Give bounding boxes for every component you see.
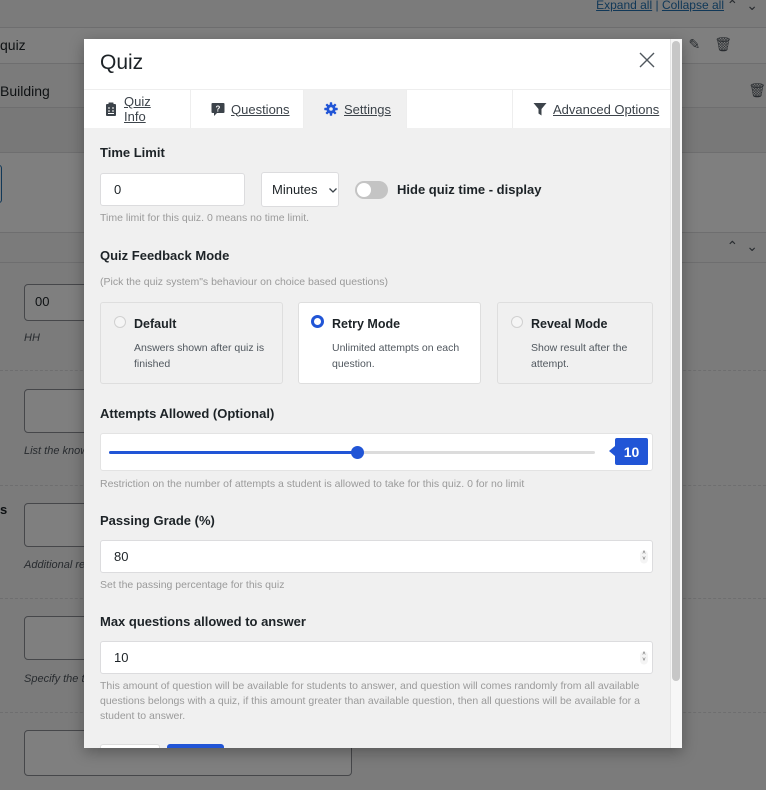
attempts-hint: Restriction on the number of attempts a … — [100, 478, 525, 490]
clipboard-icon — [104, 102, 118, 116]
time-limit-input[interactable]: 0 — [100, 173, 245, 206]
mode-card-default[interactable]: Default Answers shown after quiz is fini… — [100, 302, 283, 384]
attempts-slider-thumb[interactable] — [350, 446, 364, 459]
close-button[interactable] — [638, 51, 658, 71]
time-unit-value: Minutes — [272, 182, 318, 197]
tab-label: Settings — [344, 101, 391, 117]
tab-label: Questions — [231, 101, 290, 117]
chevron-down-icon — [328, 187, 337, 193]
tab-settings[interactable]: Settings — [304, 90, 407, 128]
tab-advanced-options[interactable]: Advanced Options — [513, 90, 682, 128]
modal-scrollbar-track[interactable] — [670, 39, 682, 748]
attempts-slider-track[interactable] — [109, 446, 595, 459]
mode-title: Reveal Mode — [531, 317, 608, 331]
modal-header: Quiz — [84, 39, 682, 89]
back-button[interactable] — [100, 744, 160, 748]
save-next-button[interactable] — [167, 744, 224, 748]
radio-retry[interactable] — [311, 315, 324, 328]
attempts-label: Attempts Allowed (Optional) — [100, 406, 275, 421]
passing-grade-hint: Set the passing percentage for this quiz — [100, 579, 285, 591]
tab-spacer — [407, 90, 513, 128]
quiz-modal: Quiz Quiz Info ? Questions Settings Adva… — [84, 39, 682, 748]
tab-label: Advanced Options — [553, 101, 660, 117]
number-spinner-icon[interactable]: ˄ ˅ — [640, 550, 648, 563]
attempts-slider-fill — [109, 451, 357, 454]
time-unit-select[interactable]: Minutes — [261, 172, 339, 207]
tab-quiz-info[interactable]: Quiz Info — [84, 90, 191, 128]
modal-tabs: Quiz Info ? Questions Settings Advanced … — [84, 89, 682, 128]
mode-desc: Show result after the attempt. — [531, 342, 628, 370]
feedback-mode-hint: (Pick the quiz system"s behaviour on cho… — [100, 276, 388, 288]
close-icon — [639, 52, 655, 68]
gear-icon — [324, 102, 338, 116]
radio-reveal[interactable] — [511, 316, 523, 328]
max-questions-label: Max questions allowed to answer — [100, 614, 306, 629]
tab-label: Quiz Info — [124, 94, 151, 124]
passing-grade-input[interactable]: 80 ˄ ˅ — [100, 540, 653, 573]
modal-title: Quiz — [100, 51, 144, 74]
tab-questions[interactable]: ? Questions — [191, 90, 304, 128]
max-questions-value: 10 — [114, 650, 129, 665]
time-limit-label: Time Limit — [100, 145, 165, 160]
time-limit-hint: Time limit for this quiz. 0 means no tim… — [100, 212, 310, 224]
attempts-value-badge: 10 — [609, 438, 648, 465]
mode-desc: Answers shown after quiz is finished — [134, 342, 265, 370]
mode-title: Default — [134, 317, 177, 331]
svg-text:?: ? — [216, 104, 221, 113]
mode-card-reveal[interactable]: Reveal Mode Show result after the attemp… — [497, 302, 653, 384]
number-spinner-icon[interactable]: ˄ ˅ — [640, 651, 648, 664]
mode-desc: Unlimited attempts on each question. — [332, 342, 460, 370]
attempts-slider-box: 10 — [100, 433, 653, 471]
modal-scrollbar-thumb[interactable] — [672, 41, 680, 681]
hide-quiz-time-toggle[interactable] — [355, 181, 388, 199]
hide-quiz-time-label: Hide quiz time - display — [397, 182, 542, 197]
mode-title: Retry Mode — [332, 317, 401, 331]
question-icon: ? — [211, 102, 225, 116]
max-questions-input[interactable]: 10 ˄ ˅ — [100, 641, 653, 674]
passing-grade-value: 80 — [114, 549, 129, 564]
radio-default[interactable] — [114, 316, 126, 328]
toggle-knob — [357, 183, 371, 197]
passing-grade-label: Passing Grade (%) — [100, 513, 215, 528]
mode-card-retry[interactable]: Retry Mode Unlimited attempts on each qu… — [298, 302, 481, 384]
filter-icon — [533, 102, 547, 116]
max-questions-hint: This amount of question will be availabl… — [100, 680, 640, 722]
feedback-mode-label: Quiz Feedback Mode — [100, 248, 230, 263]
